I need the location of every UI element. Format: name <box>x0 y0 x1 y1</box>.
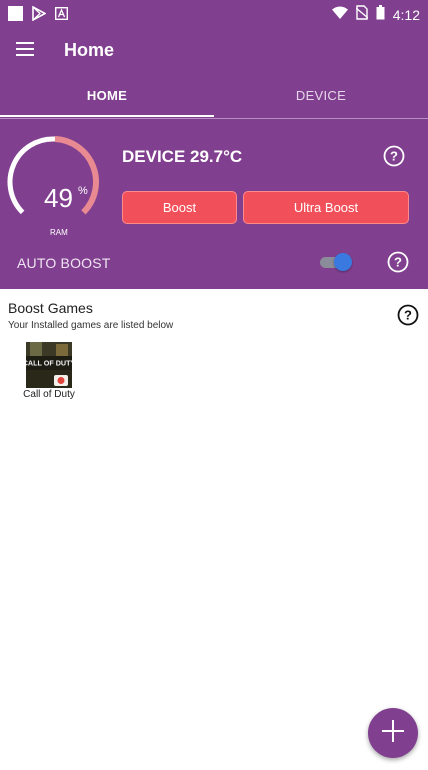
help-icon[interactable]: ? <box>383 145 405 172</box>
ram-gauge-ring <box>7 136 99 215</box>
status-panel: 49 % RAM DEVICE 29.7°C ? Boost Ultra Boo… <box>0 119 428 289</box>
section-title: Boost Games <box>8 300 93 316</box>
ram-percent-value: 49 <box>44 183 73 213</box>
svg-text:?: ? <box>404 308 412 323</box>
game-name: Call of Duty <box>23 389 75 400</box>
menu-icon[interactable] <box>12 36 38 62</box>
wifi-icon <box>331 6 348 24</box>
ram-label: RAM <box>50 228 68 237</box>
tab-indicator <box>0 115 214 117</box>
help-icon[interactable]: ? <box>397 304 419 331</box>
status-right: 4:12 <box>331 5 420 25</box>
tab-home[interactable]: HOME <box>0 72 214 118</box>
call-of-duty-icon: CALL OF DUTY <box>26 342 72 388</box>
page-title: Home <box>64 40 115 60</box>
status-bar: 4:12 <box>0 0 428 28</box>
ram-gauge: 49 % RAM <box>6 135 100 237</box>
tab-device[interactable]: DEVICE <box>214 72 428 118</box>
add-game-button[interactable] <box>368 708 418 758</box>
tab-bar: HOME DEVICE <box>0 72 428 118</box>
ultra-boost-button[interactable]: Ultra Boost <box>243 191 409 224</box>
auto-boost-label: AUTO BOOST <box>17 255 111 271</box>
square-notification-icon <box>8 6 23 26</box>
svg-text:?: ? <box>390 149 398 164</box>
auto-boost-toggle[interactable] <box>318 253 352 271</box>
plus-icon <box>381 719 405 748</box>
no-sim-icon <box>355 5 369 25</box>
toggle-thumb <box>334 253 352 271</box>
battery-icon <box>376 5 385 25</box>
device-temperature: DEVICE 29.7°C <box>122 147 243 166</box>
section-subtitle: Your Installed games are listed below <box>8 320 174 331</box>
help-icon[interactable]: ? <box>387 251 409 278</box>
ram-percent-unit: % <box>78 185 88 197</box>
boost-button[interactable]: Boost <box>122 191 237 224</box>
app-toolbar: Home <box>0 28 428 72</box>
game-icon-text: CALL OF DUTY <box>26 359 72 368</box>
status-left <box>8 5 69 26</box>
svg-text:?: ? <box>394 255 402 270</box>
play-store-icon <box>32 5 47 26</box>
text-notification-icon <box>54 6 69 25</box>
status-time: 4:12 <box>392 7 420 23</box>
